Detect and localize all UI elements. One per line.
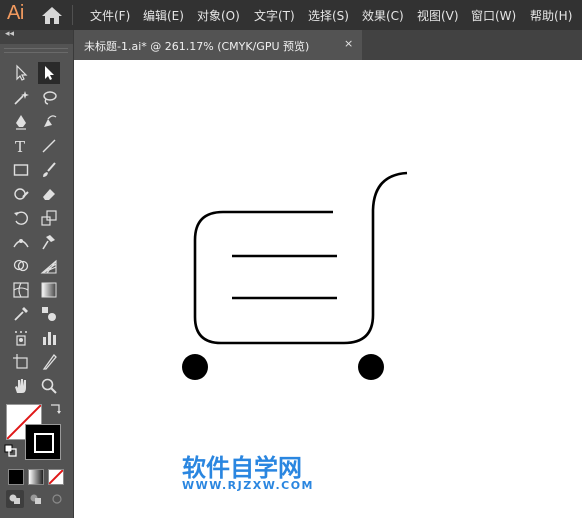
artboard-tool-icon[interactable]	[10, 351, 32, 373]
cart-wheel-right	[358, 354, 384, 380]
lasso-tool-icon[interactable]	[38, 87, 60, 109]
draw-behind-icon[interactable]	[27, 490, 45, 508]
none-mode-button[interactable]	[48, 469, 64, 485]
stroke-swatch[interactable]	[25, 424, 61, 460]
curvature-tool-icon[interactable]	[38, 111, 60, 133]
watermark-title: 软件自学网	[182, 454, 302, 482]
scale-tool-icon[interactable]	[38, 207, 60, 229]
swap-fill-stroke-icon[interactable]	[48, 402, 62, 416]
line-segment-tool-icon[interactable]	[38, 135, 60, 157]
document-tab[interactable]: 未标题-1.ai* @ 261.17% (CMYK/GPU 预览) ×	[74, 30, 362, 60]
home-icon[interactable]	[41, 5, 63, 25]
svg-text:T: T	[15, 138, 25, 155]
shape-builder-tool-icon[interactable]	[10, 255, 32, 277]
document-tab-bar: 未标题-1.ai* @ 261.17% (CMYK/GPU 预览) ×	[74, 30, 582, 60]
column-graph-tool-icon[interactable]	[38, 327, 60, 349]
rotate-tool-icon[interactable]	[10, 207, 32, 229]
menu-effect[interactable]: 效果(C)	[362, 7, 404, 24]
menu-bar: Ai 文件(F) 编辑(E) 对象(O) 文字(T) 选择(S) 效果(C) 视…	[0, 0, 582, 30]
shaper-tool-icon[interactable]	[10, 183, 32, 205]
cart-artwork[interactable]	[74, 60, 582, 518]
menu-type[interactable]: 文字(T)	[254, 7, 295, 24]
blend-tool-icon[interactable]	[38, 303, 60, 325]
slice-tool-icon[interactable]	[38, 351, 60, 373]
cart-body-path	[193, 171, 408, 345]
menu-file[interactable]: 文件(F)	[90, 7, 130, 24]
hand-tool-icon[interactable]	[10, 375, 32, 397]
menu-divider	[72, 5, 73, 25]
menu-help[interactable]: 帮助(H)	[530, 7, 572, 24]
symbol-sprayer-tool-icon[interactable]	[10, 327, 32, 349]
gradient-tool-icon[interactable]	[38, 279, 60, 301]
draw-normal-icon[interactable]	[6, 490, 24, 508]
app-logo: Ai	[7, 2, 24, 24]
pen-tool-icon[interactable]	[10, 111, 32, 133]
menu-view[interactable]: 视图(V)	[417, 7, 459, 24]
canvas-artboard[interactable]	[74, 60, 582, 518]
watermark-url: WWW.RJZXW.COM	[182, 479, 314, 492]
eraser-tool-icon[interactable]	[38, 183, 60, 205]
cart-wheel-left	[182, 354, 208, 380]
menu-object[interactable]: 对象(O)	[197, 7, 240, 24]
rectangle-tool-icon[interactable]	[10, 159, 32, 181]
mesh-tool-icon[interactable]	[10, 279, 32, 301]
draw-inside-icon[interactable]	[48, 490, 66, 508]
menu-edit[interactable]: 编辑(E)	[143, 7, 184, 24]
direct-selection-tool-icon[interactable]	[38, 62, 60, 84]
zoom-tool-icon[interactable]	[38, 375, 60, 397]
magic-wand-tool-icon[interactable]	[10, 87, 32, 109]
menu-window[interactable]: 窗口(W)	[471, 7, 516, 24]
type-tool-icon[interactable]: T	[10, 135, 32, 157]
tools-panel-header: ◂◂	[0, 29, 73, 44]
document-tab-title: 未标题-1.ai* @ 261.17% (CMYK/GPU 预览)	[84, 40, 310, 53]
width-tool-icon[interactable]	[10, 231, 32, 253]
selection-tool-icon[interactable]	[10, 62, 32, 84]
perspective-grid-tool-icon[interactable]	[38, 255, 60, 277]
panel-grip[interactable]	[4, 48, 68, 53]
puppet-warp-tool-icon[interactable]	[38, 231, 60, 253]
gradient-mode-button[interactable]	[28, 469, 44, 485]
collapse-panel-icon[interactable]: ◂◂	[5, 29, 14, 39]
menu-select[interactable]: 选择(S)	[308, 7, 349, 24]
default-colors-icon[interactable]	[4, 444, 18, 458]
stroke-inner	[34, 433, 54, 453]
tools-panel: ◂◂ T	[0, 29, 74, 518]
paintbrush-tool-icon[interactable]	[38, 159, 60, 181]
eyedropper-tool-icon[interactable]	[10, 303, 32, 325]
color-mode-button[interactable]	[8, 469, 24, 485]
close-icon[interactable]: ×	[344, 37, 353, 50]
